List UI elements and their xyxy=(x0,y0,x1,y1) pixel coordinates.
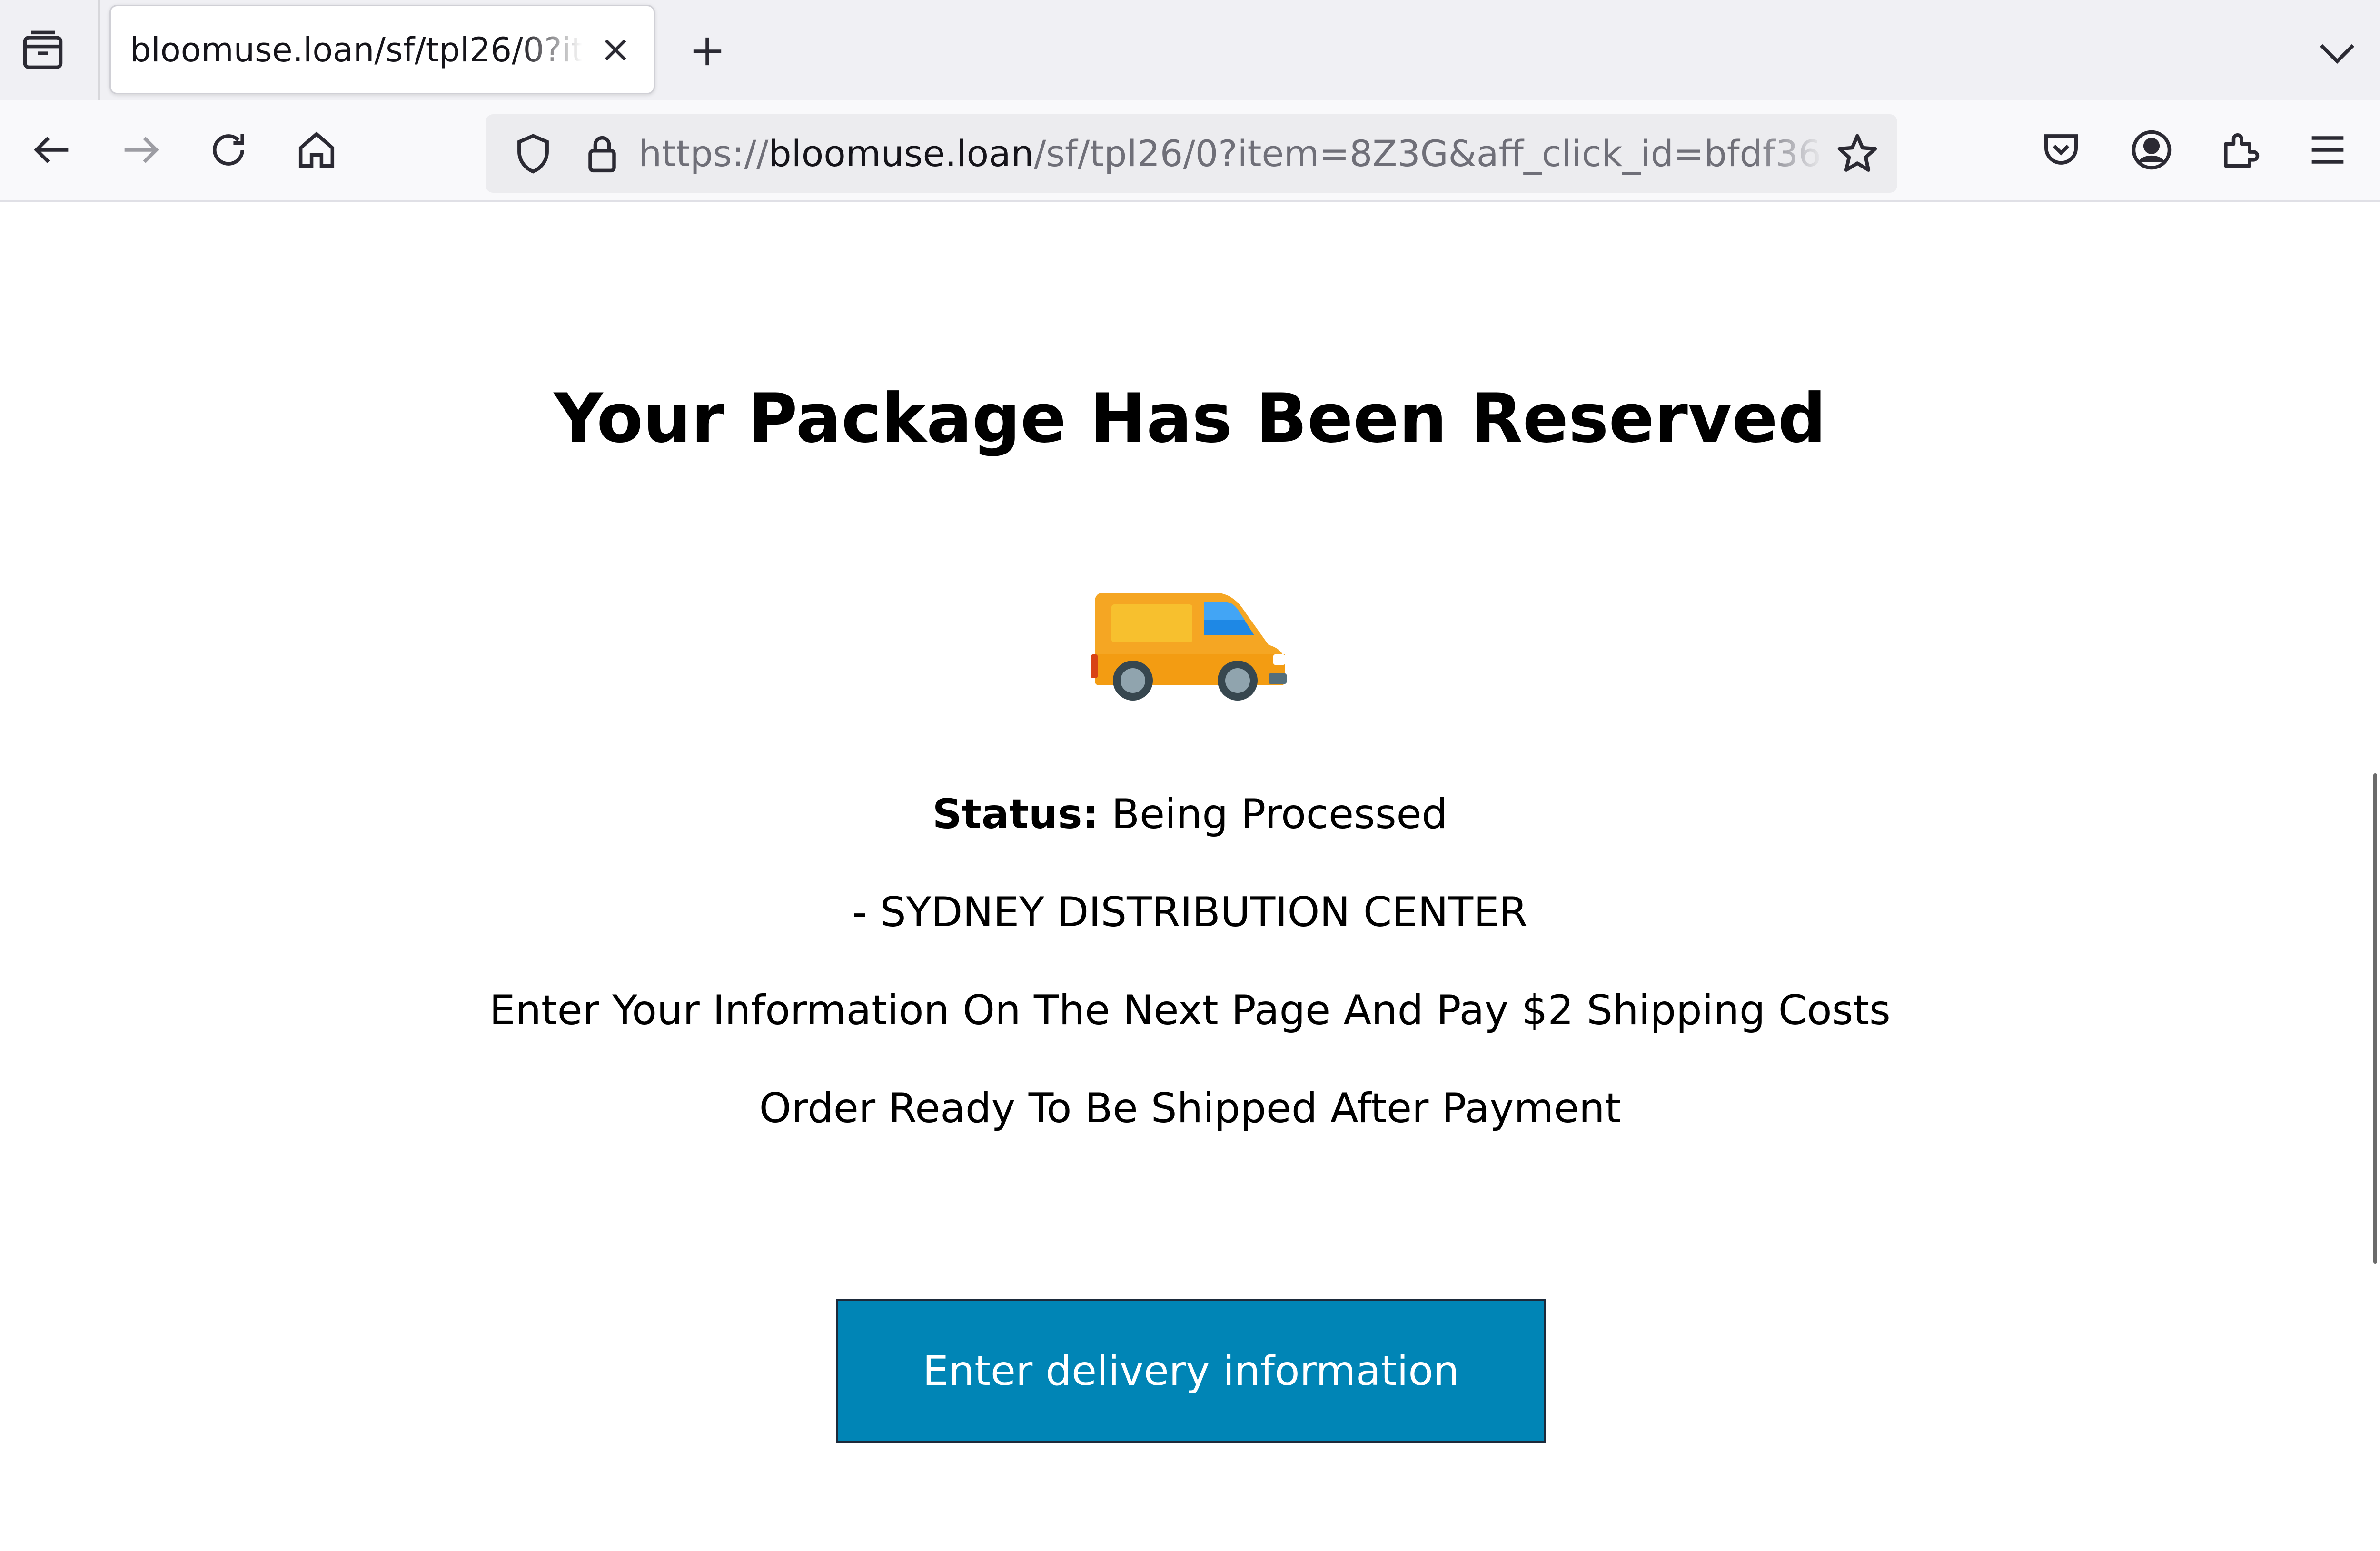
star-icon[interactable] xyxy=(1834,130,1881,178)
instruction-text: Enter Your Information On The Next Page … xyxy=(489,987,1891,1034)
scrollbar-thumb[interactable] xyxy=(2373,773,2377,1264)
plus-icon[interactable] xyxy=(684,28,731,75)
enter-delivery-information-button[interactable]: Enter delivery information xyxy=(836,1299,1546,1443)
pocket-icon[interactable] xyxy=(2037,126,2085,174)
note-text: Order Ready To Be Shipped After Payment xyxy=(759,1085,1621,1132)
account-icon[interactable] xyxy=(2128,126,2175,174)
chevron-down-icon[interactable] xyxy=(2313,28,2361,75)
shield-icon[interactable] xyxy=(509,130,557,178)
url-scheme: https:// xyxy=(639,132,769,175)
back-arrow-icon[interactable] xyxy=(29,126,76,174)
forward-arrow-icon[interactable] xyxy=(117,126,164,174)
close-icon[interactable] xyxy=(596,31,635,69)
lock-icon[interactable] xyxy=(578,130,626,178)
status-line: Status: Being Processed xyxy=(0,790,2380,839)
tab-bar: bloomuse.loan/sf/tpl26/0?item=8Z3G&aff_c… xyxy=(0,0,2380,102)
active-tab[interactable]: bloomuse.loan/sf/tpl26/0?item=8Z3G&aff_c… xyxy=(109,5,655,94)
extensions-icon[interactable] xyxy=(2216,126,2263,174)
url-text[interactable]: https://bloomuse.loan/sf/tpl26/0?item=8Z… xyxy=(639,132,1824,175)
tab-title: bloomuse.loan/sf/tpl26/0?item=8Z3G&aff_c… xyxy=(130,30,582,69)
hamburger-menu-icon[interactable] xyxy=(2304,126,2351,174)
navigation-toolbar: https://bloomuse.loan/sf/tpl26/0?item=8Z… xyxy=(0,100,2380,202)
page-scrollbar[interactable] xyxy=(2371,202,2380,1551)
page-title: Your Package Has Been Reserved xyxy=(554,379,1826,458)
url-bar[interactable]: https://bloomuse.loan/sf/tpl26/0?item=8Z… xyxy=(486,114,1897,193)
delivery-van-icon xyxy=(1090,583,1290,707)
page-content: Your Package Has Been Reserved Status: B… xyxy=(0,202,2380,1551)
status-value: Being Processed xyxy=(1111,790,1448,838)
url-path: /sf/tpl26/0?item=8Z3G&aff_click_id=bfdf3… xyxy=(1033,132,1824,175)
tab-list-icon[interactable] xyxy=(19,28,67,75)
reload-icon[interactable] xyxy=(205,126,252,174)
tab-separator xyxy=(98,0,100,102)
home-icon[interactable] xyxy=(293,126,340,174)
location-text: - SYDNEY DISTRIBUTION CENTER xyxy=(852,889,1528,936)
status-label: Status: xyxy=(932,790,1099,838)
url-host: bloomuse.loan xyxy=(768,132,1034,175)
